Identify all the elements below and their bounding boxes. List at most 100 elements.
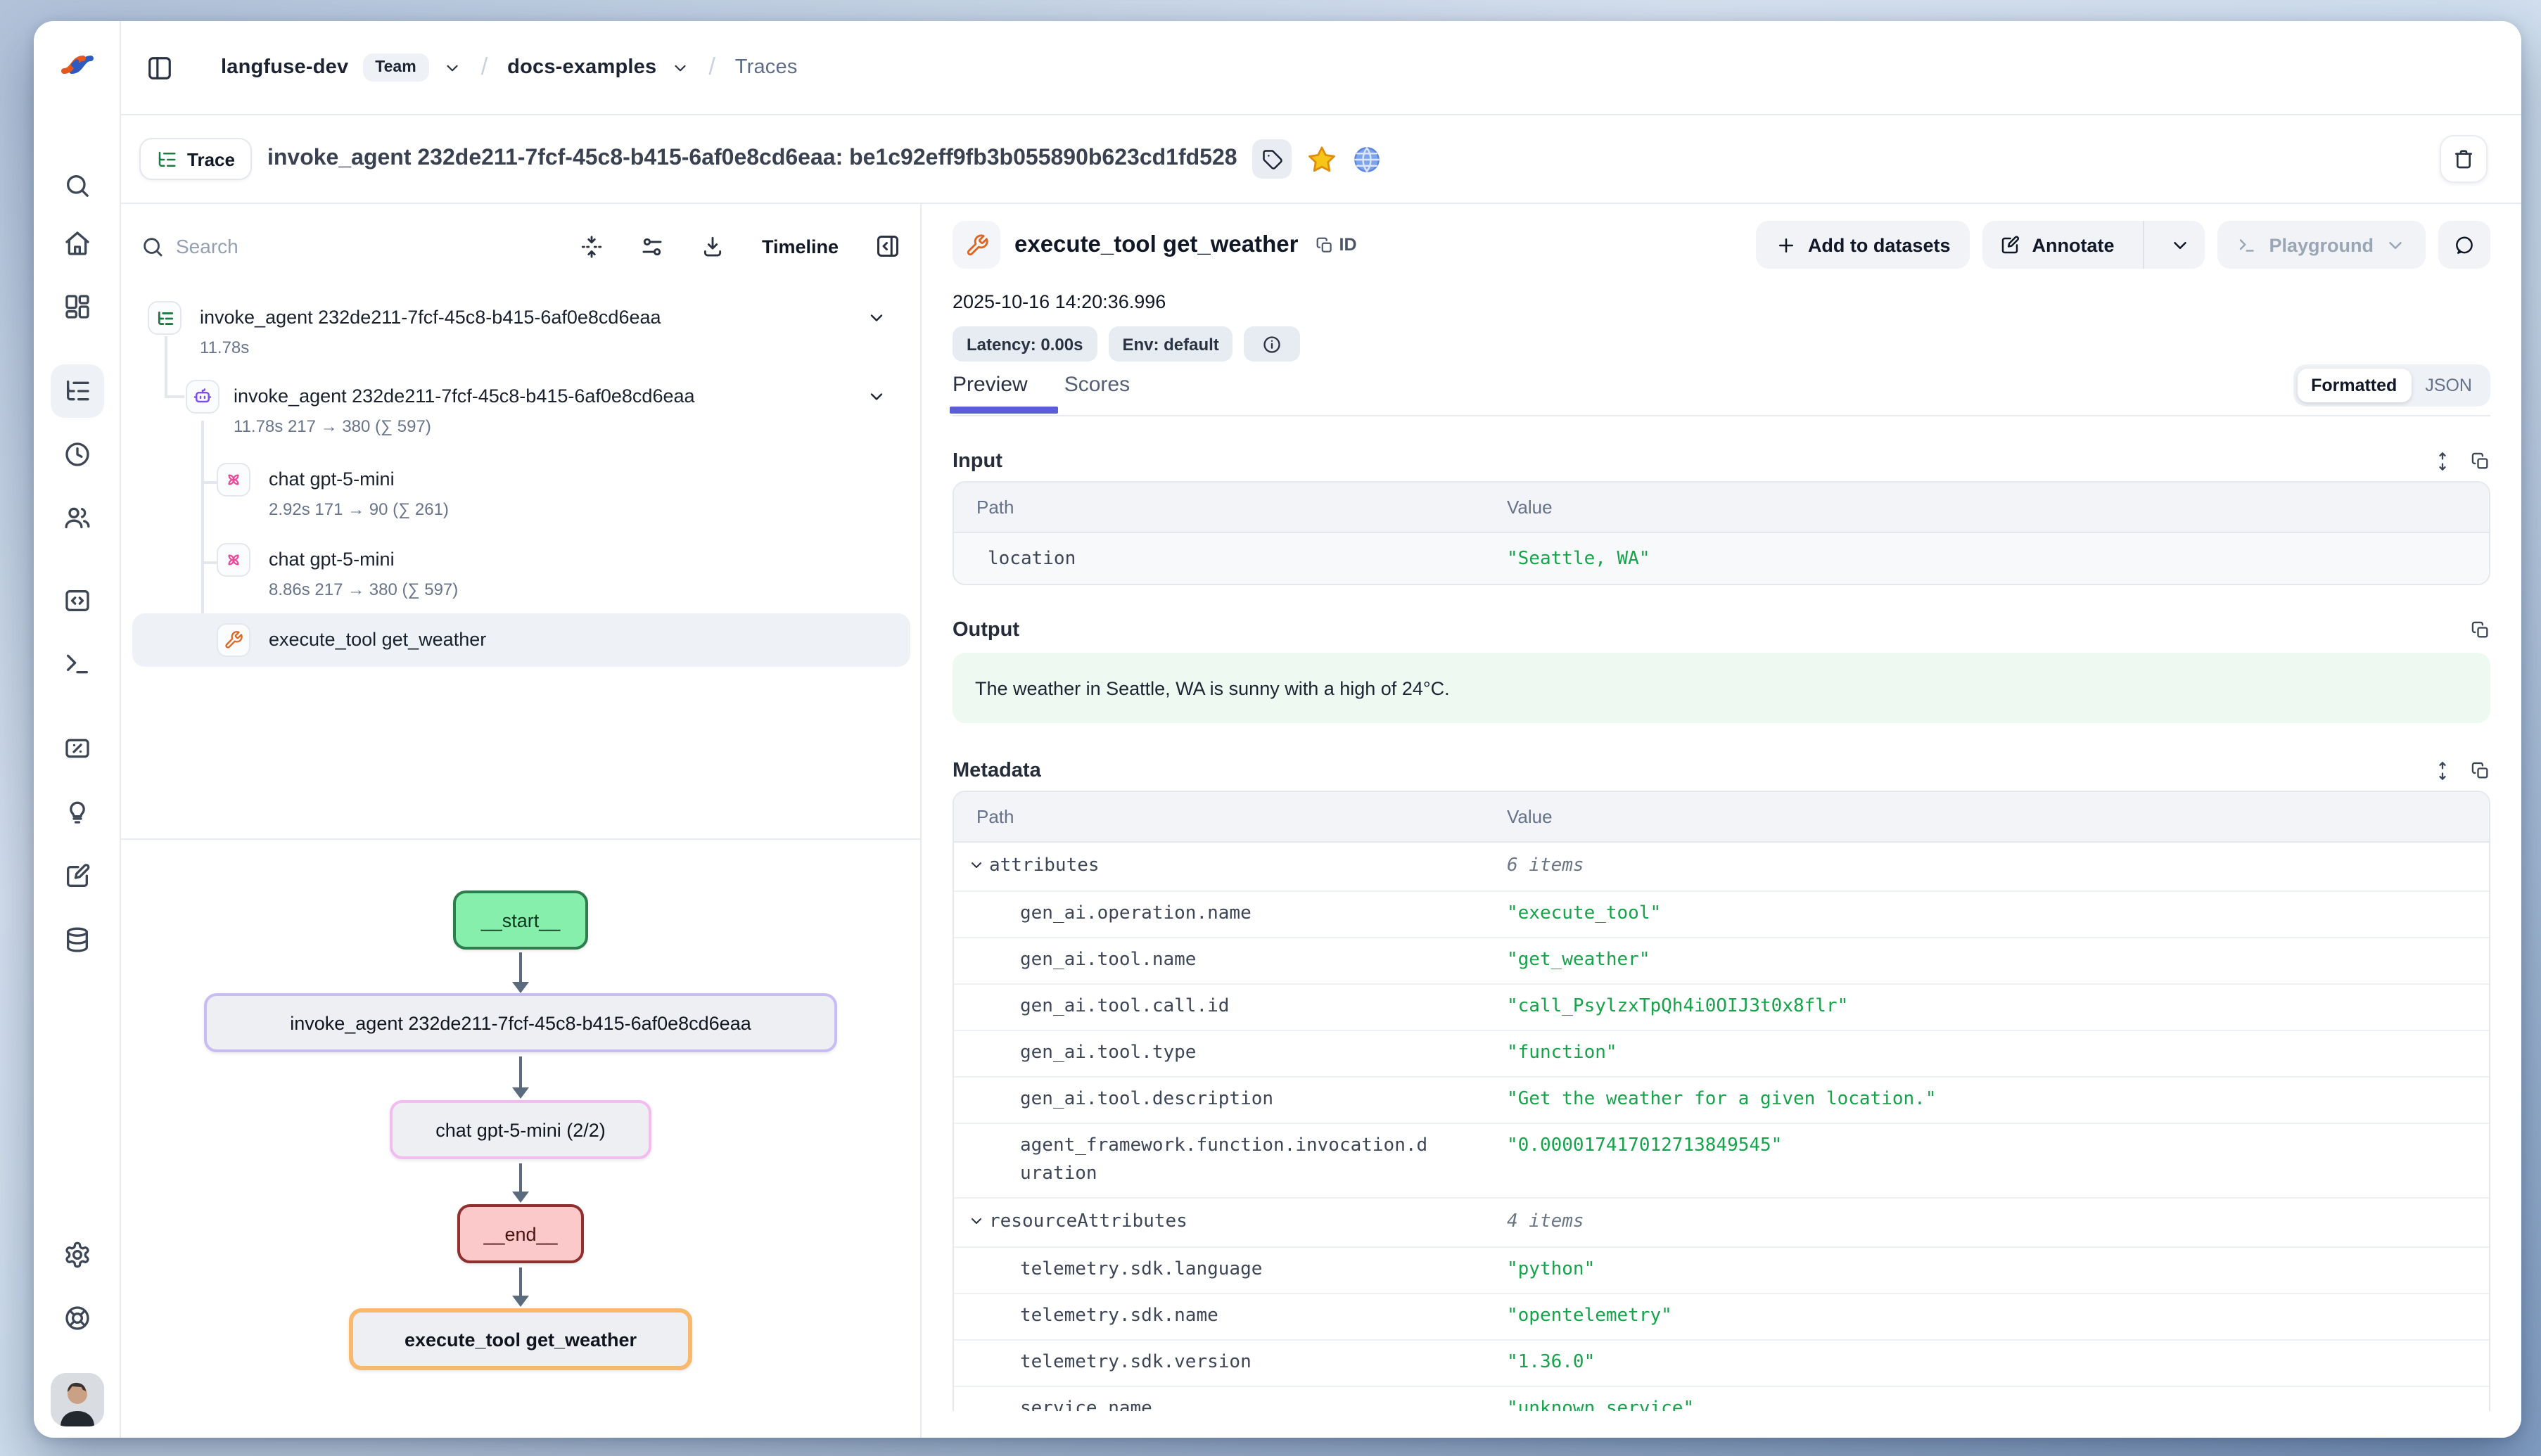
format-formatted[interactable]: Formatted: [2297, 369, 2411, 402]
graph-edge: [519, 952, 522, 983]
sidebar-item-settings[interactable]: [50, 1228, 103, 1282]
delete-trace-button[interactable]: [2440, 135, 2488, 183]
sidebar-item-sessions[interactable]: [50, 428, 103, 481]
trace-header-bar: Trace invoke_agent 232de211-7fcf-45c8-b4…: [121, 115, 2521, 204]
sidebar-item-users[interactable]: [50, 491, 103, 544]
tree-row-label: chat gpt-5-mini: [269, 549, 395, 570]
metadata-table-header: Path Value: [954, 792, 2489, 843]
graph-node-agent[interactable]: invoke_agent 232de211-7fcf-45c8-b415-6af…: [204, 993, 837, 1052]
graph-node-end[interactable]: __end__: [457, 1204, 584, 1263]
lightbulb-icon: [63, 798, 91, 826]
display-settings-icon[interactable]: [641, 234, 665, 258]
button-divider: [2142, 221, 2144, 269]
trash-icon: [2452, 148, 2475, 170]
globe-icon[interactable]: [1353, 144, 1382, 174]
unfold-vertical-icon[interactable]: [2433, 761, 2452, 781]
metadata-row[interactable]: gen_ai.tool.name "get_weather": [954, 938, 2489, 985]
metadata-row[interactable]: resourceAttributes 4 items: [954, 1199, 2489, 1248]
breadcrumb-section[interactable]: Traces: [735, 56, 798, 79]
sidebar-item-datasets[interactable]: [50, 913, 103, 966]
metadata-row[interactable]: service.name "unknown_service": [954, 1387, 2489, 1411]
home-icon: [63, 229, 91, 257]
sidebar-item-support[interactable]: [50, 1291, 103, 1345]
copy-icon[interactable]: [2471, 452, 2490, 471]
annotate-button[interactable]: Annotate: [1982, 221, 2131, 269]
metadata-row[interactable]: telemetry.sdk.name "opentelemetry": [954, 1294, 2489, 1341]
chevron-down-icon[interactable]: [867, 387, 886, 407]
add-to-datasets-button[interactable]: Add to datasets: [1756, 221, 1970, 269]
copy-icon[interactable]: [2471, 620, 2490, 640]
terminal-icon: [63, 650, 91, 678]
metadata-value: "Get the weather for a given location.": [1507, 1089, 1937, 1110]
panel-collapse-icon[interactable]: [875, 234, 900, 259]
input-section-header: Input: [953, 450, 2490, 473]
panel-toggle-icon[interactable]: [146, 54, 173, 81]
metadata-value: "function": [1507, 1042, 1617, 1064]
sidebar-item-home[interactable]: [50, 217, 103, 270]
info-button[interactable]: [1244, 326, 1301, 362]
metadata-path: attributes: [989, 852, 1100, 881]
unfold-vertical-icon[interactable]: [2433, 452, 2452, 471]
graph-edge: [519, 1056, 522, 1089]
timeline-toggle[interactable]: Timeline: [762, 236, 839, 257]
tab-preview[interactable]: Preview: [953, 373, 1028, 411]
graph-node-tool[interactable]: execute_tool get_weather: [349, 1308, 692, 1370]
tree-row-meta: 11.78s 217 → 380 (∑ 597): [234, 416, 431, 436]
chat-bubble-icon: [2454, 234, 2475, 255]
tree-search-input[interactable]: Search: [176, 235, 238, 257]
annotate-dropdown-button[interactable]: [2155, 221, 2204, 269]
column-path: Path: [954, 806, 1507, 827]
env-badge: Env: default: [1108, 326, 1233, 362]
avatar[interactable]: [50, 1373, 103, 1426]
sidebar-item-tracing[interactable]: [50, 364, 103, 418]
chevron-down-icon[interactable]: [670, 58, 689, 77]
breadcrumb-org[interactable]: langfuse-dev: [221, 56, 348, 79]
graph-node-chat[interactable]: chat gpt-5-mini (2/2): [390, 1100, 651, 1159]
sidebar-item-dashboards[interactable]: [50, 280, 103, 333]
chevron-down-icon[interactable]: [867, 308, 886, 328]
desktop-background: langfuse-dev Team / docs-examples / Trac…: [0, 0, 2541, 1456]
tree-row-meta: 8.86s 217 → 380 (∑ 597): [269, 580, 458, 599]
metadata-row[interactable]: gen_ai.tool.description "Get the weather…: [954, 1078, 2489, 1124]
chevron-down-icon[interactable]: [968, 1213, 985, 1230]
comments-button[interactable]: [2438, 221, 2490, 269]
metadata-row[interactable]: attributes 6 items: [954, 843, 2489, 892]
metadata-path: gen_ai.operation.name: [1020, 900, 1252, 928]
trace-type-badge: Trace: [139, 138, 252, 180]
tab-scores[interactable]: Scores: [1064, 373, 1130, 411]
trace-title: invoke_agent 232de211-7fcf-45c8-b415-6af…: [267, 146, 1237, 172]
sidebar-item-playground[interactable]: [50, 637, 103, 691]
life-buoy-icon: [63, 1304, 91, 1332]
metadata-row[interactable]: agent_framework.function.invocation.dura…: [954, 1124, 2489, 1199]
copy-id-button[interactable]: ID: [1316, 235, 1357, 255]
format-json[interactable]: JSON: [2411, 369, 2486, 402]
fold-vertical-icon[interactable]: [580, 234, 604, 258]
copy-icon[interactable]: [2471, 761, 2490, 781]
sidebar-item-search[interactable]: [50, 159, 103, 212]
sidebar-item-evaluation[interactable]: [50, 722, 103, 775]
metadata-row[interactable]: gen_ai.tool.type "function": [954, 1031, 2489, 1078]
chevron-down-icon[interactable]: [443, 58, 461, 77]
output-text: The weather in Seattle, WA is sunny with…: [975, 677, 1450, 698]
column-path: Path: [954, 497, 1507, 518]
tag-button[interactable]: [1253, 139, 1292, 179]
output-heading: Output: [953, 619, 1019, 641]
sidebar-item-prompts[interactable]: [50, 574, 103, 627]
sidebar-item-insights[interactable]: [50, 785, 103, 838]
metadata-row[interactable]: telemetry.sdk.language "python": [954, 1248, 2489, 1294]
tree-connector: [201, 421, 204, 643]
terminal-icon: [2236, 234, 2257, 255]
chevron-down-icon[interactable]: [968, 857, 985, 874]
download-icon[interactable]: [701, 234, 725, 258]
sidebar-item-annotation[interactable]: [50, 850, 103, 903]
observation-badges: Latency: 0.00s Env: default: [953, 326, 2490, 362]
playground-button[interactable]: Playground: [2217, 221, 2426, 269]
graph-node-start[interactable]: __start__: [453, 890, 588, 950]
breadcrumb-project[interactable]: docs-examples: [507, 56, 656, 79]
metadata-row[interactable]: gen_ai.tool.call.id "call_PsylzxTpQh4i0O…: [954, 985, 2489, 1031]
metadata-row[interactable]: gen_ai.operation.name "execute_tool": [954, 892, 2489, 938]
star-icon[interactable]: [1308, 144, 1337, 174]
column-value: Value: [1507, 806, 2489, 827]
copy-icon: [1316, 236, 1334, 254]
metadata-row[interactable]: telemetry.sdk.version "1.36.0": [954, 1341, 2489, 1387]
